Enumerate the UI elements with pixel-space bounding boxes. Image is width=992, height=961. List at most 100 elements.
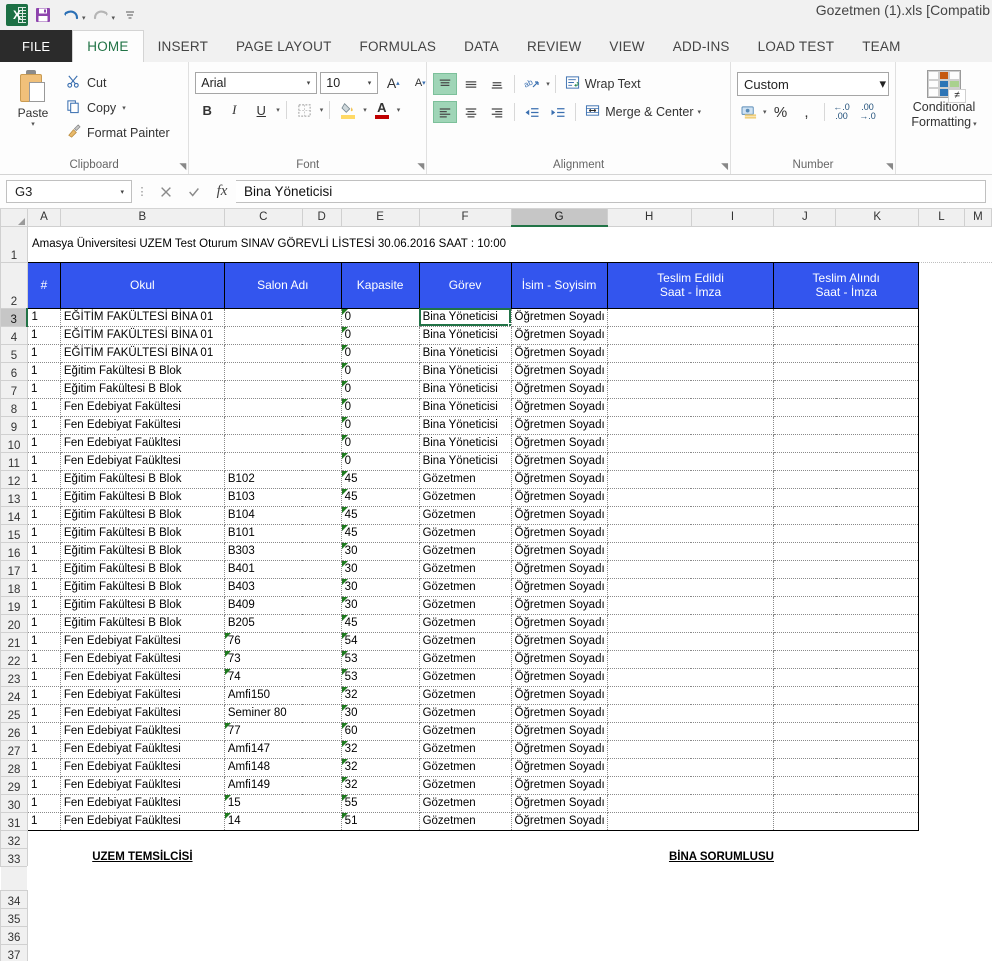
align-middle-button[interactable] [459, 73, 483, 95]
number-format-dropdown-icon[interactable]: ▾ [879, 76, 886, 92]
cell-C15[interactable]: B101 [224, 524, 342, 543]
cell-J25[interactable] [773, 704, 920, 723]
cell-E29[interactable]: 32 [341, 776, 420, 795]
cell-H30[interactable] [607, 794, 775, 813]
cell-F21[interactable]: Gözetmen [419, 632, 512, 651]
footer-uzem-temsilcisi[interactable]: UZEM TEMSİLCİSİ [60, 848, 225, 866]
cell-B15[interactable]: Eğitim Fakültesi B Blok [60, 524, 225, 543]
column-header-K[interactable]: K [835, 209, 920, 227]
cell-E17[interactable]: 30 [341, 560, 420, 579]
cell-B26[interactable]: Fen Edebiyat Faükltesi [60, 722, 225, 741]
cell-A21[interactable]: 1 [26, 632, 61, 651]
cell-H3[interactable] [607, 307, 775, 327]
cell-G29[interactable]: Öğretmen Soyadı [511, 776, 608, 795]
cell-M14[interactable] [964, 506, 992, 524]
row-header-15[interactable]: 15 [0, 523, 28, 543]
row-header-22[interactable]: 22 [0, 649, 28, 669]
cell-row-32[interactable] [27, 830, 992, 848]
cell-L17[interactable] [918, 560, 965, 578]
number-dialog-launcher-icon[interactable]: ◥ [886, 161, 893, 172]
cell-G17[interactable]: Öğretmen Soyadı [511, 560, 608, 579]
cell-G21[interactable]: Öğretmen Soyadı [511, 632, 608, 651]
cell-J30[interactable] [773, 794, 920, 813]
undo-dropdown-icon[interactable]: ▾ [82, 14, 86, 22]
cell-H10[interactable] [607, 434, 775, 453]
cell-B18[interactable]: Eğitim Fakültesi B Blok [60, 578, 225, 597]
cell-A26[interactable]: 1 [26, 722, 61, 741]
conditional-formatting-dropdown-icon[interactable]: ▾ [971, 121, 977, 128]
cell-C3[interactable] [224, 307, 342, 327]
cell-J4[interactable] [773, 326, 920, 345]
cell-spacer[interactable] [27, 866, 992, 890]
cell-L22[interactable] [918, 650, 965, 668]
cell-G18[interactable]: Öğretmen Soyadı [511, 578, 608, 597]
cell-A24[interactable]: 1 [26, 686, 61, 705]
row-header-3[interactable]: 3 [0, 307, 29, 327]
cell-E11[interactable]: 0 [341, 452, 420, 471]
column-header-A[interactable]: A [26, 209, 61, 227]
number-format-combo[interactable]: Custom ▾ [737, 72, 889, 96]
cell-E27[interactable]: 32 [341, 740, 420, 759]
font-size-dropdown-icon[interactable]: ▾ [364, 79, 376, 87]
cell-G5[interactable]: Öğretmen Soyadı [511, 344, 608, 363]
cell-M26[interactable] [964, 722, 992, 740]
row-header-11[interactable]: 11 [0, 451, 28, 471]
cell-row-34[interactable] [27, 890, 992, 908]
cell-A30[interactable]: 1 [26, 794, 61, 813]
cell-H15[interactable] [607, 524, 775, 543]
cell-C9[interactable] [224, 416, 342, 435]
cell-E24[interactable]: 32 [341, 686, 420, 705]
tab-team[interactable]: TEAM [848, 30, 914, 62]
row-header-33[interactable]: 33 [0, 847, 28, 867]
cell-B27[interactable]: Fen Edebiyat Faükltesi [60, 740, 225, 759]
cell-C21[interactable]: 76 [224, 632, 342, 651]
cell-M12[interactable] [964, 470, 992, 488]
merge-center-dropdown-icon[interactable]: ▾ [697, 109, 701, 116]
cell-C28[interactable]: Amfi148 [224, 758, 342, 777]
cell-M21[interactable] [964, 632, 992, 650]
cell-B29[interactable]: Fen Edebiyat Faükltesi [60, 776, 225, 795]
cell-C27[interactable]: Amfi147 [224, 740, 342, 759]
cell-J29[interactable] [773, 776, 920, 795]
cell-H27[interactable] [607, 740, 775, 759]
row-header-9[interactable]: 9 [0, 415, 28, 435]
cell-M9[interactable] [964, 416, 992, 434]
column-header-M[interactable]: M [963, 209, 992, 227]
conditional-formatting-button[interactable]: ≠ Conditional Formatting ▾ [902, 66, 986, 130]
cell-M15[interactable] [964, 524, 992, 542]
align-right-button[interactable] [485, 101, 509, 123]
row-header-31[interactable]: 31 [0, 811, 28, 831]
cell-J13[interactable] [773, 488, 920, 507]
cell-H25[interactable] [607, 704, 775, 723]
tab-data[interactable]: DATA [450, 30, 513, 62]
row-header-19[interactable]: 19 [0, 595, 28, 615]
cell-H26[interactable] [607, 722, 775, 741]
spreadsheet-grid[interactable]: A B C D E F G H I J K L M 1 Amasya Ünive… [0, 209, 992, 961]
undo-icon[interactable] [58, 3, 84, 27]
copy-button[interactable]: Copy ▾ [66, 97, 176, 119]
cell-B31[interactable]: Fen Edebiyat Faükltesi [60, 812, 225, 831]
cell-G28[interactable]: Öğretmen Soyadı [511, 758, 608, 777]
cell-A10[interactable]: 1 [26, 434, 61, 453]
cell-B6[interactable]: Eğitim Fakültesi B Blok [60, 362, 225, 381]
cell-L3[interactable] [918, 308, 965, 326]
sheet-title-cell[interactable]: Amasya Üniversitesi UZEM Test Oturum SIN… [27, 226, 992, 263]
cell-M19[interactable] [964, 596, 992, 614]
cell-B12[interactable]: Eğitim Fakültesi B Blok [60, 470, 225, 489]
cell-B16[interactable]: Eğitim Fakültesi B Blok [60, 542, 225, 561]
cell-G24[interactable]: Öğretmen Soyadı [511, 686, 608, 705]
cell-H29[interactable] [607, 776, 775, 795]
cell-G11[interactable]: Öğretmen Soyadı [511, 452, 608, 471]
cell-E30[interactable]: 55 [341, 794, 420, 813]
cell-F16[interactable]: Gözetmen [419, 542, 512, 561]
align-bottom-button[interactable] [485, 73, 509, 95]
decrease-decimal-button[interactable]: ←.0 .00 [830, 101, 854, 123]
cell-J14[interactable] [773, 506, 920, 525]
cell-L16[interactable] [918, 542, 965, 560]
cell-M22[interactable] [964, 650, 992, 668]
cell-A33[interactable] [27, 848, 61, 866]
cell-C33[interactable] [224, 848, 512, 866]
cell-G25[interactable]: Öğretmen Soyadı [511, 704, 608, 723]
cell-L14[interactable] [918, 506, 965, 524]
cell-M13[interactable] [964, 488, 992, 506]
